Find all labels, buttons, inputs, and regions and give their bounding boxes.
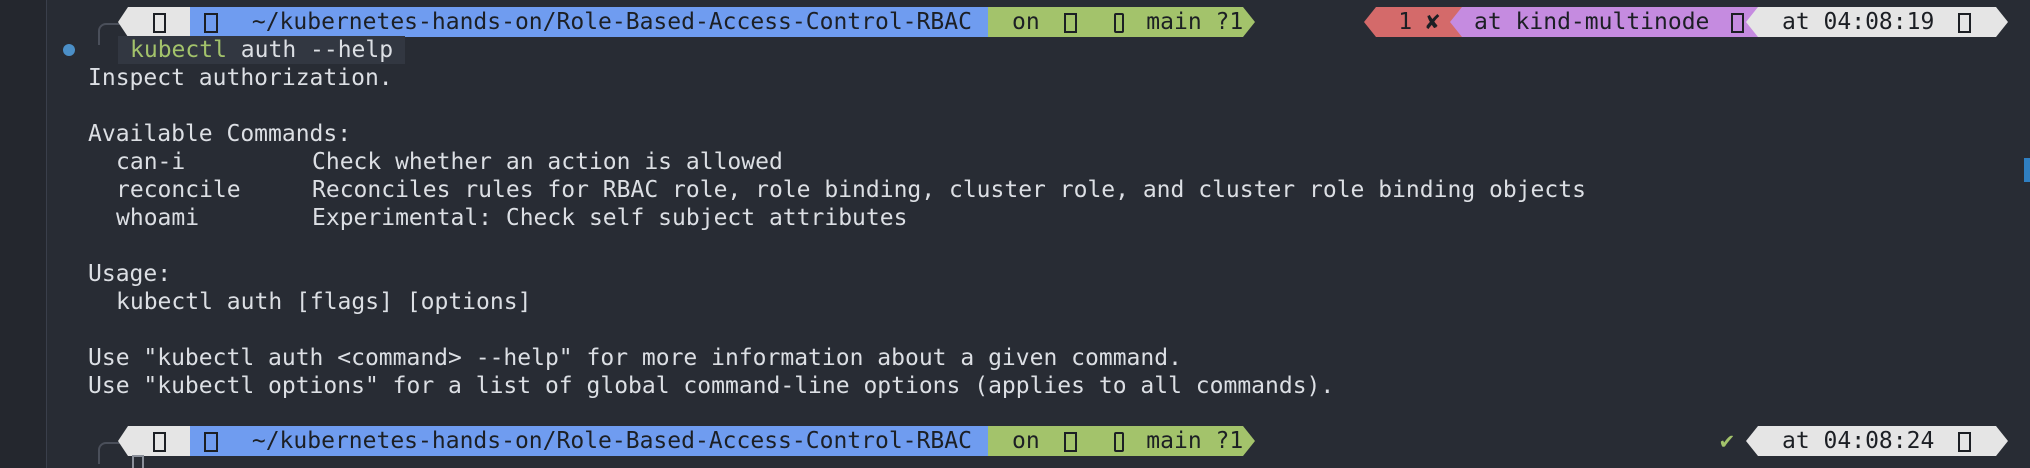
help-line: Use "kubectl options" for a list of glob… bbox=[88, 373, 1335, 399]
segment-separator bbox=[1243, 7, 1255, 37]
output-intro: Inspect authorization. bbox=[88, 65, 393, 91]
segment-separator bbox=[1243, 426, 1255, 456]
segment-separator bbox=[1450, 7, 1462, 37]
command-args: auth --help bbox=[226, 37, 394, 63]
command-desc: Experimental: Check self subject attribu… bbox=[312, 205, 908, 231]
current-path: ~/kubernetes-hands-on/Role-Based-Access-… bbox=[251, 9, 972, 35]
dir-segment: ~/kubernetes-hands-on/Role-Based-Access-… bbox=[190, 426, 988, 456]
time-segment: at 04:08:19 bbox=[1758, 7, 1996, 37]
segment-separator bbox=[1746, 7, 1758, 37]
help-line: Use "kubectl auth <command> --help" for … bbox=[88, 345, 1182, 371]
segment-separator bbox=[1746, 426, 1758, 456]
command-marker-icon[interactable] bbox=[63, 44, 75, 56]
prompt-line-1: ~/kubernetes-hands-on/Role-Based-Access-… bbox=[0, 7, 2030, 45]
segment-cap bbox=[1364, 7, 1376, 37]
kube-context: at kind-multinode bbox=[1474, 9, 1710, 35]
usage-header: Usage: bbox=[88, 261, 172, 287]
kubernetes-icon bbox=[1731, 12, 1745, 33]
current-path: ~/kubernetes-hands-on/Role-Based-Access-… bbox=[251, 428, 972, 454]
status-ok-icon: ✔ bbox=[1720, 428, 1734, 454]
apple-icon bbox=[152, 12, 166, 33]
command-name: reconcile bbox=[116, 177, 241, 203]
available-commands-header: Available Commands: bbox=[88, 121, 352, 147]
context-segment: at kind-multinode bbox=[1462, 7, 1758, 37]
timestamp: at 04:08:19 bbox=[1782, 9, 1935, 35]
git-icon bbox=[1063, 431, 1077, 452]
folder-icon bbox=[204, 431, 218, 452]
git-branch: main ?1 bbox=[1146, 428, 1244, 454]
prompt-ring-icon bbox=[98, 442, 120, 464]
scrollbar-marker[interactable] bbox=[2024, 158, 2030, 182]
segment-cap bbox=[118, 7, 128, 37]
apple-icon bbox=[152, 431, 166, 452]
segment-cap bbox=[1996, 7, 2008, 37]
os-segment bbox=[128, 7, 190, 37]
segment-cap bbox=[118, 426, 128, 456]
git-segment: on main ?1 bbox=[988, 426, 1243, 456]
folder-icon bbox=[204, 12, 218, 33]
usage-line: kubectl auth [flags] [options] bbox=[116, 289, 532, 315]
dir-segment: ~/kubernetes-hands-on/Role-Based-Access-… bbox=[190, 7, 988, 37]
time-segment: at 04:08:24 bbox=[1758, 426, 1996, 456]
exit-status: 1 ✘ bbox=[1398, 9, 1440, 35]
timestamp: at 04:08:24 bbox=[1782, 428, 1935, 454]
prompt-ring-icon bbox=[98, 23, 120, 45]
clock-icon bbox=[1958, 431, 1972, 452]
git-on-label: on bbox=[1012, 428, 1040, 454]
branch-icon bbox=[1114, 12, 1125, 33]
command-name: can-i bbox=[116, 149, 186, 175]
git-on-label: on bbox=[1012, 9, 1040, 35]
command-desc: Check whether an action is allowed bbox=[312, 149, 783, 175]
branch-icon bbox=[1114, 431, 1125, 452]
terminal-gutter bbox=[0, 0, 47, 468]
command-executable: kubectl bbox=[130, 37, 227, 63]
command-desc: Reconciles rules for RBAC role, role bin… bbox=[312, 177, 1586, 203]
os-segment bbox=[128, 426, 190, 456]
command-name: whoami bbox=[116, 205, 200, 231]
segment-cap bbox=[1996, 426, 2008, 456]
git-segment: on main ?1 bbox=[988, 7, 1243, 37]
git-branch: main ?1 bbox=[1146, 9, 1244, 35]
command-input[interactable]: kubectl auth --help bbox=[118, 36, 406, 64]
git-icon bbox=[1063, 12, 1077, 33]
prompt-line-2: ~/kubernetes-hands-on/Role-Based-Access-… bbox=[0, 426, 2030, 464]
clock-icon bbox=[1958, 12, 1972, 33]
terminal-cursor[interactable] bbox=[132, 455, 144, 468]
